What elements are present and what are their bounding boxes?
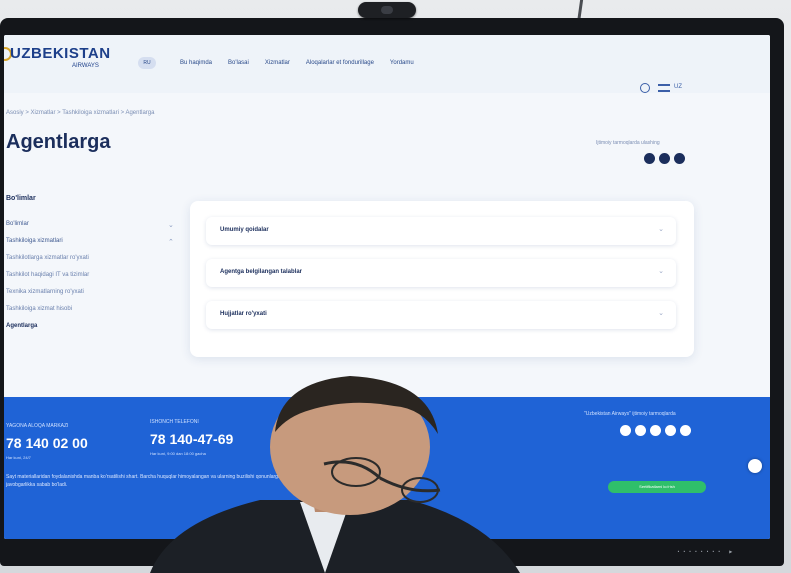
nav-item[interactable]: Xizmatlar: [265, 60, 290, 66]
facebook-icon[interactable]: [674, 153, 685, 164]
chevron-down-icon: ⌄: [168, 222, 174, 229]
share-label: Ijtimoiy tarmoqlarda ulashing: [596, 140, 660, 146]
sidebar-subitem[interactable]: Tashkilotlarga xizmatlar ro'yxati: [6, 255, 89, 272]
breadcrumb[interactable]: Asosiy > Xizmatlar > Tashkiloiga xizmatl…: [6, 110, 154, 116]
main-nav: Bu haqimda Bo'lasai Xizmatlar Aloqalarla…: [180, 60, 414, 66]
sidebar-item-label: Tashkiloiga xizmatlari: [6, 238, 63, 244]
site-header: UZBEKISTAN AIRWAYS RU Bu haqimda Bo'lasa…: [4, 35, 770, 93]
language-menu[interactable]: UZ: [674, 84, 682, 90]
telegram-icon[interactable]: [644, 153, 655, 164]
social-icons: [620, 425, 691, 436]
sidebar-subitem-active[interactable]: Agentlarga: [6, 323, 89, 340]
certificates-button[interactable]: Sertifikatlarni ko'rish: [608, 481, 706, 493]
share-icons: [644, 153, 685, 164]
social-label: "Uzbekistan Airways" ijtimoiy tarmoqlard…: [584, 411, 676, 417]
contact-center-label: YAGONA ALOQA MARKAZI: [6, 423, 69, 429]
accordion-item[interactable]: Hujjatlar ro'yxati ⌄: [206, 301, 676, 329]
chevron-down-icon: ⌄: [658, 310, 664, 317]
accordion-item[interactable]: Agentga belgilangan talablar ⌄: [206, 259, 676, 287]
sidebar-subitem[interactable]: Texnika xizmatlarning ro'yxati: [6, 289, 89, 306]
accordion-label: Agentga belgilangan talablar: [220, 269, 303, 275]
nav-item[interactable]: Aloqalarlar et fondurillage: [306, 60, 374, 66]
person-foreground: [150, 376, 520, 573]
sidebar-item[interactable]: Tashkiloiga xizmatlari ⌃: [6, 238, 174, 255]
accordion-label: Hujjatlar ro'yxati: [220, 311, 267, 317]
sidebar-item-label: Bo'limlar: [6, 221, 29, 227]
nav-item[interactable]: Bo'lasai: [228, 60, 249, 66]
contact-center-hours: Har kuni, 24/7: [6, 455, 31, 460]
accordion-label: Umumiy qoidalar: [220, 227, 269, 233]
content-panel: Umumiy qoidalar ⌄ Agentga belgilangan ta…: [190, 201, 694, 357]
scroll-to-top-button[interactable]: [748, 459, 762, 473]
menu-icon[interactable]: [658, 84, 670, 92]
webcam-lens: [381, 6, 393, 14]
sidebar-title: Bo'limlar: [6, 195, 36, 202]
youtube-icon[interactable]: [665, 425, 676, 436]
accordion-item[interactable]: Umumiy qoidalar ⌄: [206, 217, 676, 245]
chevron-up-icon: ⌃: [168, 239, 174, 246]
page-title: Agentlarga: [6, 131, 111, 153]
contact-center-phone[interactable]: 78 140 02 00: [6, 435, 88, 451]
webcam: [358, 2, 416, 18]
sidebar-subitem[interactable]: Tashkilot haqidagi IT va tizimlar: [6, 272, 89, 289]
nav-item[interactable]: Yordamu: [390, 60, 414, 66]
sidebar-item[interactable]: Bo'limlar ⌄: [6, 221, 174, 238]
copy-link-icon[interactable]: [659, 153, 670, 164]
telegram-icon[interactable]: [635, 425, 646, 436]
search-icon[interactable]: [640, 83, 650, 93]
sidebar-list: Bo'limlar ⌄ Tashkiloiga xizmatlari ⌃ Tashk…: [6, 221, 174, 340]
sidebar-subitem[interactable]: Tashkiloiga xizmat hisobi: [6, 306, 89, 323]
language-pill[interactable]: RU: [138, 57, 156, 69]
monitor-brand: ········ ▸: [676, 547, 735, 556]
linkedin-icon[interactable]: [680, 425, 691, 436]
site-logo-subtitle: AIRWAYS: [72, 63, 99, 69]
site-logo-title[interactable]: UZBEKISTAN: [10, 45, 111, 62]
chevron-down-icon: ⌄: [658, 226, 664, 233]
chevron-down-icon: ⌄: [658, 268, 664, 275]
instagram-icon[interactable]: [620, 425, 631, 436]
nav-item[interactable]: Bu haqimda: [180, 60, 212, 66]
facebook-icon[interactable]: [650, 425, 661, 436]
